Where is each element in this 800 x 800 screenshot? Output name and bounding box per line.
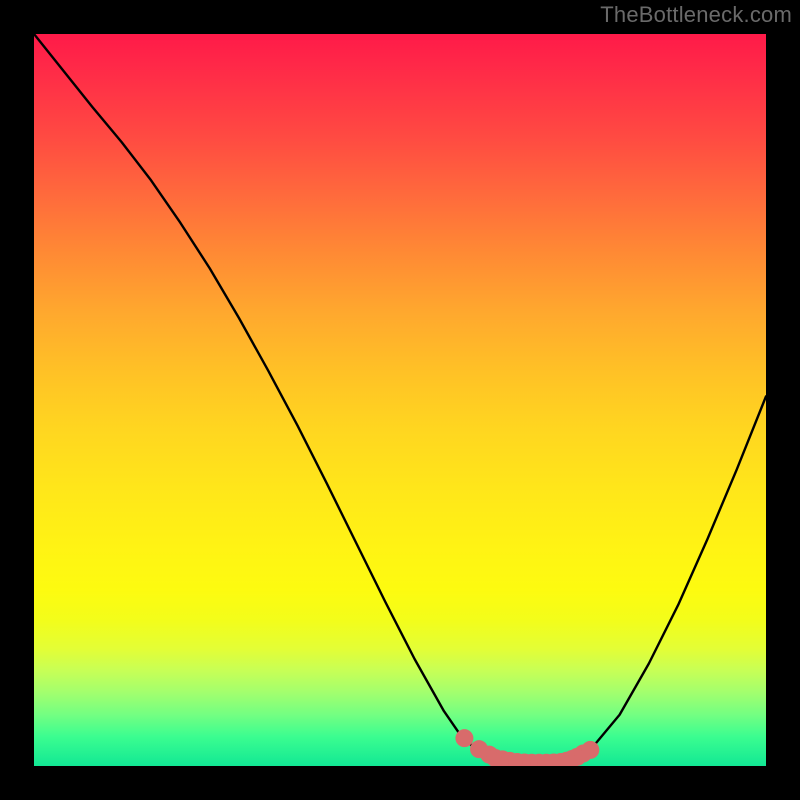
- chart-frame: TheBottleneck.com: [0, 0, 800, 800]
- bottleneck-curve: [34, 34, 766, 763]
- curve-svg: [34, 34, 766, 766]
- optimal-markers: [455, 729, 599, 766]
- plot-area: [34, 34, 766, 766]
- watermark-text: TheBottleneck.com: [600, 2, 792, 28]
- marker-dot: [455, 729, 473, 747]
- marker-dot: [581, 741, 599, 759]
